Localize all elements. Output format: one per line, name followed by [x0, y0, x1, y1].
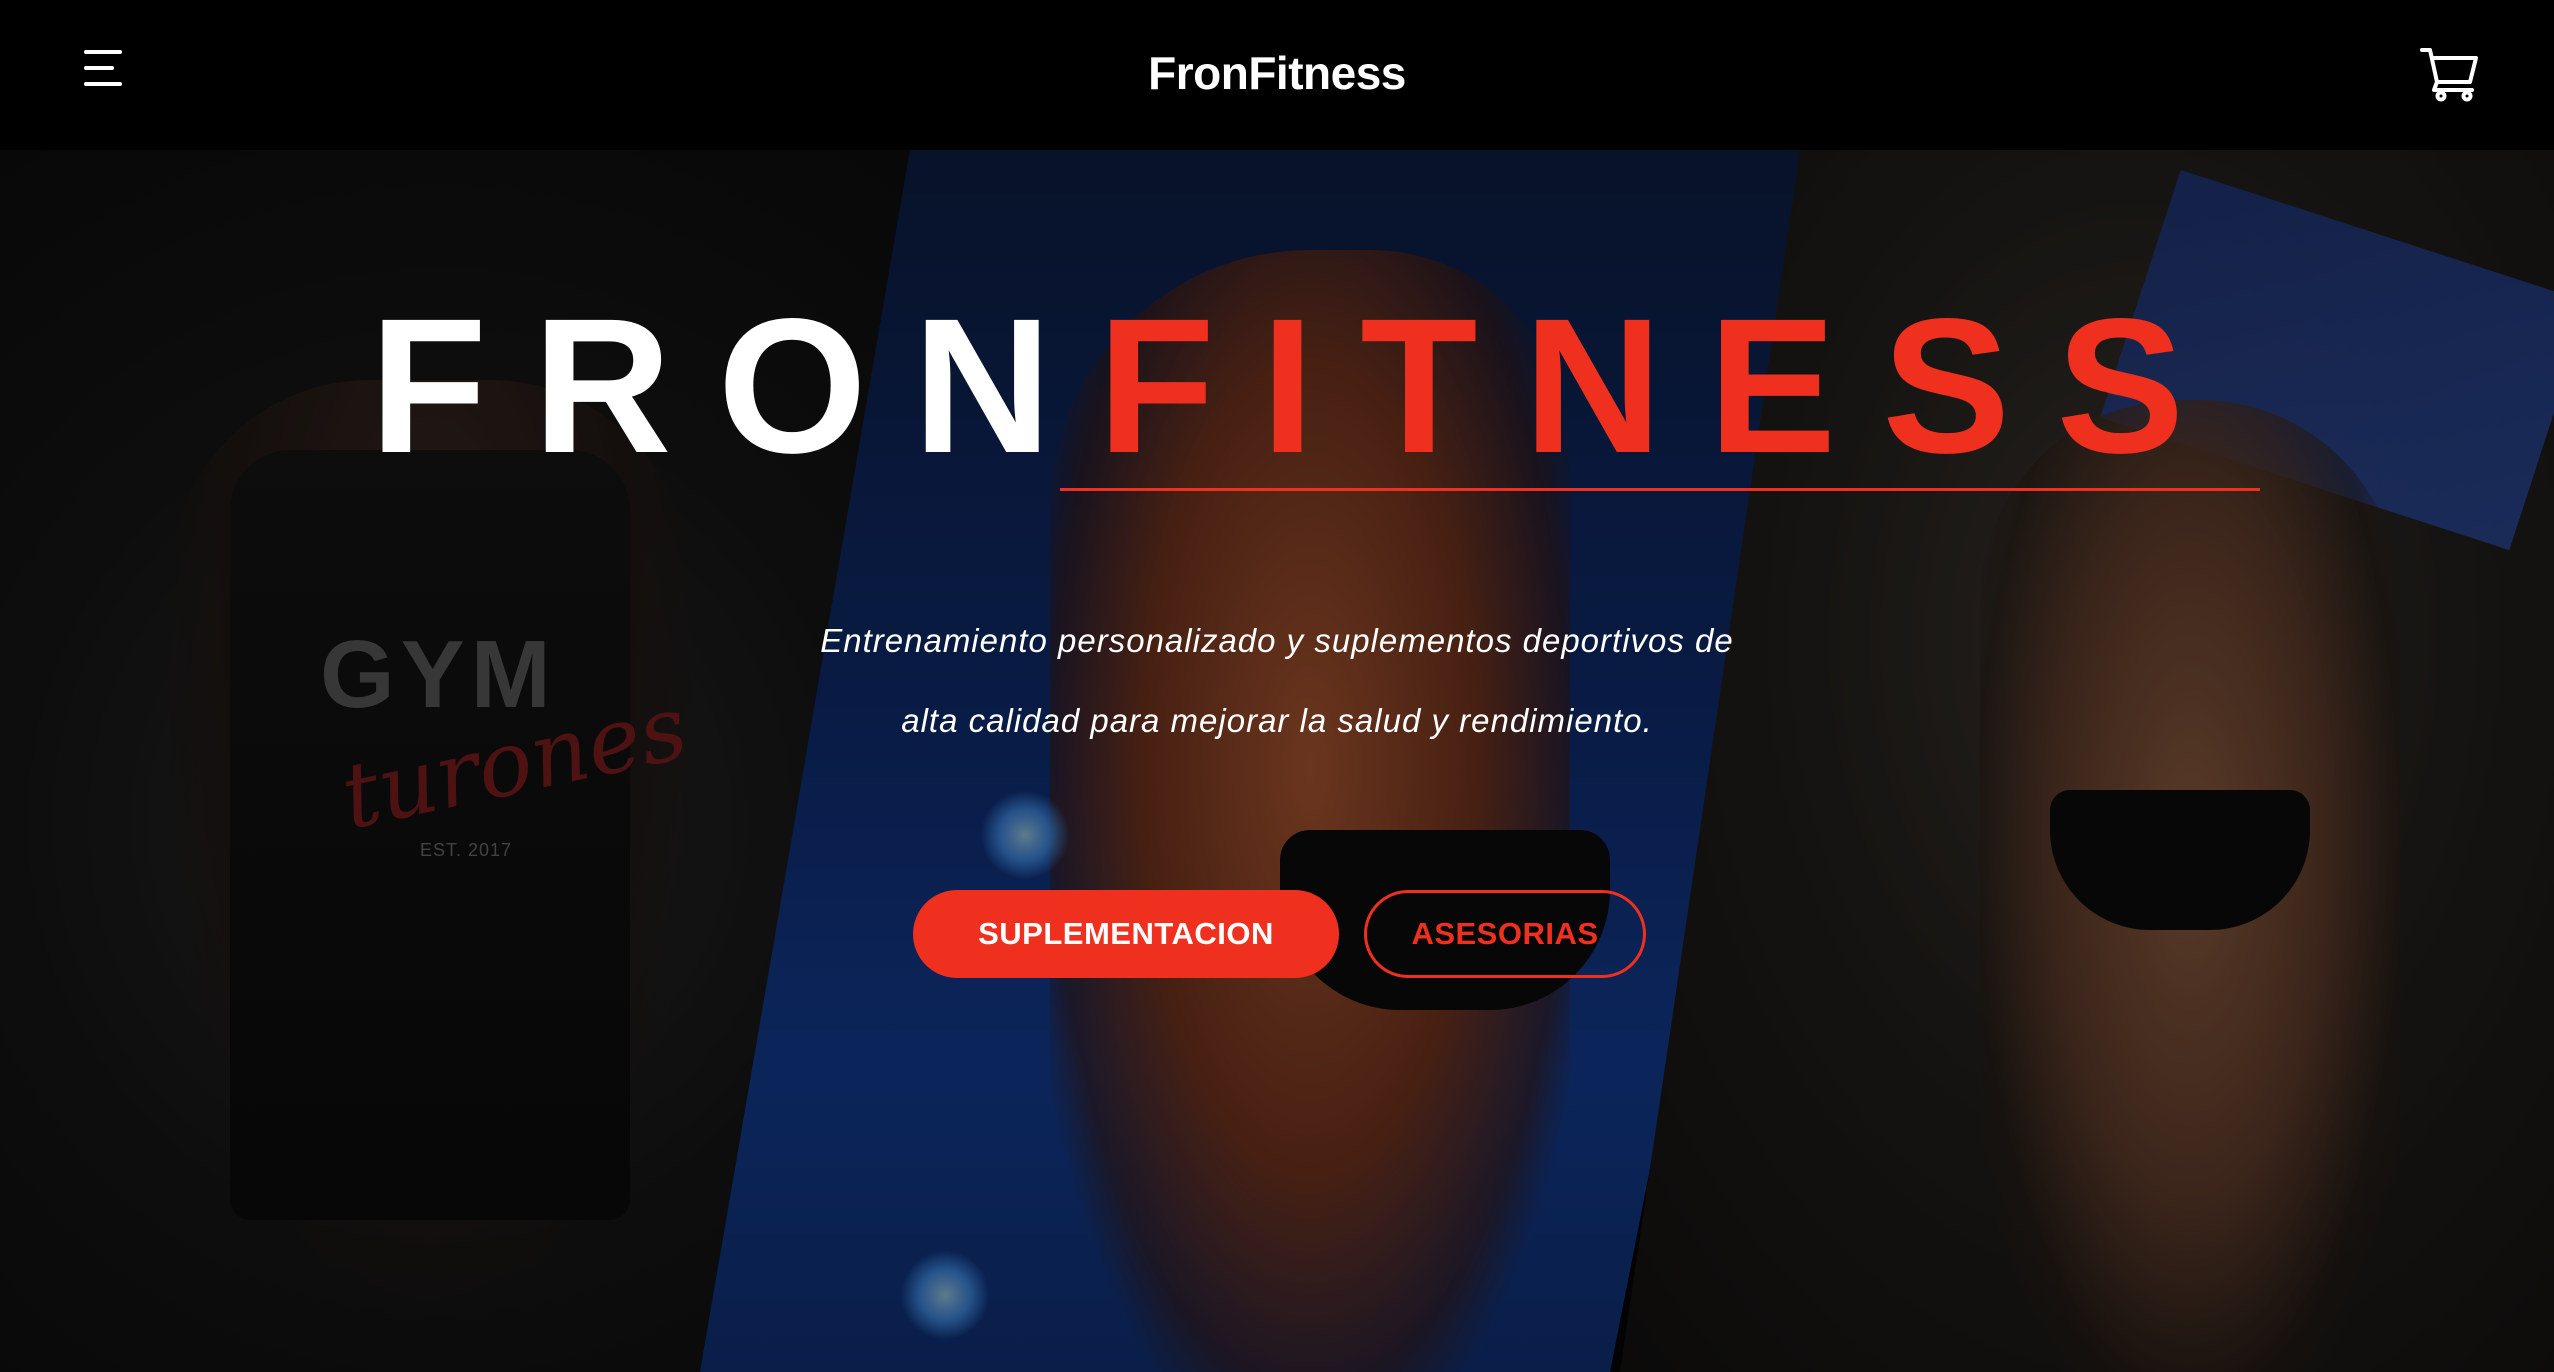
hero-title: FRONFITNESS [0, 290, 2554, 482]
shopping-cart-icon[interactable] [2420, 46, 2478, 102]
top-navigation-bar: FronFitness [0, 0, 2554, 150]
hero-title-white: FRON [369, 278, 1098, 493]
suplementacion-button[interactable]: SUPLEMENTACION [913, 890, 1339, 978]
hero-title-red: FITNESS [1097, 278, 2231, 493]
brand-logo[interactable]: FronFitness [0, 46, 2554, 100]
hero-tagline-line1: Entrenamiento personalizado y suplemento… [820, 622, 1734, 659]
title-underline [1060, 488, 2260, 491]
asesorias-button[interactable]: ASESORIAS [1364, 890, 1646, 978]
hero-tagline-line2: alta calidad para mejorar la salud y ren… [901, 702, 1653, 739]
